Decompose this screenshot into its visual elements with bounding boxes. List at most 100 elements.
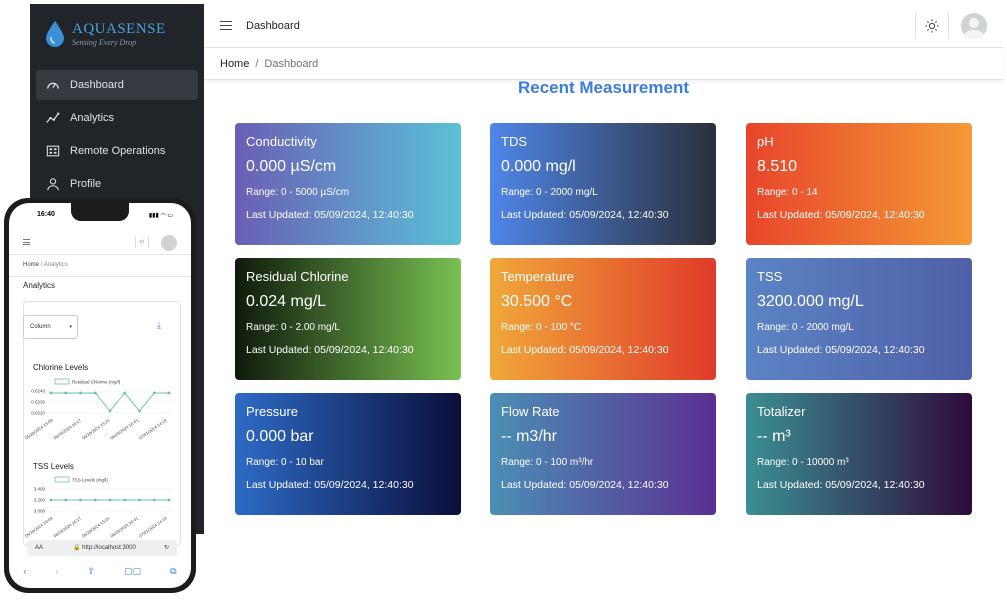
card-title: TDS: [501, 134, 527, 149]
card-title: Flow Rate: [501, 404, 560, 419]
x-tick-label: 06/28/2024 15:24: [81, 417, 111, 440]
brand-logo[interactable]: AQUASENSE Sensing Every Drop: [30, 4, 204, 64]
data-point: [93, 391, 97, 395]
chlorine-chart: Residual Chlorine (mg/l) 0.0240 0.0230 0.02…: [24, 378, 173, 441]
sidebar-item-analytics[interactable]: Analytics: [36, 103, 198, 133]
page-title: Dashboard: [246, 19, 300, 32]
card-range: Range: 0 - 5000 µS/cm: [246, 187, 350, 198]
hamburger-menu-icon[interactable]: [220, 20, 232, 32]
card-range: Range: 0 - 2000 mg/L: [757, 322, 854, 333]
sidebar-item-dashboard[interactable]: Dashboard: [36, 70, 198, 100]
forward-icon[interactable]: ›: [56, 566, 59, 576]
data-point: [49, 498, 53, 502]
y-tick-label: 0.0220: [31, 411, 45, 416]
text-size-button[interactable]: AA: [35, 540, 43, 556]
measurement-card-ph[interactable]: pH 8.510 Range: 0 - 14 Last Updated: 05/…: [746, 123, 972, 245]
measurement-card-flow-rate[interactable]: Flow Rate -- m3/hr Range: 0 - 100 m³/hr …: [490, 393, 716, 515]
x-tick-label: 08/28/2024 16:41: [109, 417, 139, 440]
data-point: [123, 391, 127, 395]
sun-icon[interactable]: ☼: [135, 236, 149, 248]
chart-title: TSS Levels: [33, 462, 74, 471]
browser-url-bar[interactable]: AA 🔒 http://localhost:3000 ↻: [27, 540, 177, 556]
legend-label: TSS Levels (mg/l): [72, 478, 108, 483]
card-range: Range: 0 - 10 bar: [246, 457, 324, 468]
sidebar-item-label: Profile: [70, 178, 102, 190]
phone-mockup: 16:40 ▮▮▮ ◠ ▭ ☼ Home / Analytics Analyti…: [4, 198, 196, 593]
x-tick-label: 05/28/2024 15:09: [24, 417, 54, 440]
sidebar-item-remote-operations[interactable]: Remote Operations: [36, 136, 198, 166]
card-value: -- m3/hr: [501, 428, 557, 445]
card-value: 0.000 µS/cm: [246, 158, 337, 175]
x-tick-label: 06/28/2024 15:24: [81, 515, 111, 538]
card-value: 30.500 °C: [501, 293, 573, 310]
card-range: Range: 0 - 2000 mg/L: [501, 187, 598, 198]
card-value: 0.024 mg/L: [246, 293, 327, 310]
browser-toolbar: ‹ › ⇧ ▢▢ ⧉: [9, 560, 191, 582]
data-point: [108, 498, 112, 502]
measurement-card-temperature[interactable]: Temperature 30.500 °C Range: 0 - 100 °C …: [490, 258, 716, 380]
mobile-top-navbar: ☼: [9, 229, 191, 255]
download-icon[interactable]: ⤓: [157, 320, 161, 331]
chart-type-value: Column: [30, 324, 51, 330]
speedometer-icon: [47, 82, 59, 89]
card-value: 0.000 bar: [246, 428, 314, 445]
measurement-card-tds[interactable]: TDS 0.000 mg/l Range: 0 - 2000 mg/L Last…: [490, 123, 716, 245]
card-last-updated: Last Updated: 05/09/2024, 12:40:30: [501, 344, 669, 356]
x-tick-label: 07/01/2024 14:19: [138, 417, 168, 440]
user-avatar-icon[interactable]: [961, 12, 987, 39]
measurement-card-residual-chlorine[interactable]: Residual Chlorine 0.024 mg/L Range: 0 - …: [235, 258, 461, 380]
reload-icon[interactable]: ↻: [164, 540, 169, 556]
y-tick-label: 3.200: [34, 498, 46, 503]
y-tick-label: 0.0230: [31, 400, 45, 405]
data-point: [123, 498, 127, 502]
theme-toggle-button[interactable]: [915, 12, 949, 39]
x-tick-label: 05/28/2024 15:09: [24, 515, 54, 538]
share-icon[interactable]: ⇧: [88, 566, 96, 577]
sidebar-item-profile[interactable]: Profile: [36, 169, 198, 199]
graph-icon: [46, 112, 60, 123]
status-icons: ▮▮▮ ◠ ▭: [148, 213, 173, 219]
breadcrumb-home-link[interactable]: Home: [220, 58, 249, 70]
hamburger-menu-icon[interactable]: [23, 239, 30, 245]
mobile-page-title: Analytics: [23, 281, 56, 290]
breadcrumb-current: Dashboard: [264, 57, 319, 70]
grid-icon: [46, 145, 60, 157]
mobile-breadcrumb: Home / Analytics: [23, 262, 68, 268]
breadcrumb-current: Analytics: [43, 262, 68, 268]
data-point: [93, 498, 97, 502]
measurement-card-tss[interactable]: TSS 3200.000 mg/L Range: 0 - 2000 mg/L L…: [746, 258, 972, 380]
card-title: TSS: [757, 269, 783, 284]
water-drop-icon: [46, 21, 64, 47]
card-last-updated: Last Updated: 05/09/2024, 12:40:30: [246, 479, 414, 491]
breadcrumb-home-link[interactable]: Home: [23, 262, 39, 268]
chart-type-select[interactable]: Column ▾: [23, 315, 78, 339]
data-point: [152, 391, 156, 395]
back-icon[interactable]: ‹: [24, 566, 27, 576]
card-last-updated: Last Updated: 05/09/2024, 12:40:30: [757, 479, 925, 491]
y-tick-label: 3.400: [34, 487, 46, 492]
measurement-card-conductivity[interactable]: Conductivity 0.000 µS/cm Range: 0 - 5000…: [235, 123, 461, 245]
data-point: [167, 391, 171, 395]
user-avatar-icon[interactable]: [161, 235, 177, 251]
data-point: [167, 498, 171, 502]
legend-swatch: [54, 378, 70, 385]
breadcrumb: Home / Dashboard: [204, 48, 1003, 80]
sun-icon: [925, 18, 939, 33]
top-navbar: Dashboard: [204, 4, 1003, 48]
url-text: 🔒 http://localhost:3000: [73, 540, 136, 556]
card-last-updated: Last Updated: 05/09/2024, 12:40:30: [246, 209, 414, 221]
brand-tagline: Sensing Every Drop: [72, 38, 137, 47]
data-point: [64, 391, 68, 395]
card-title: Totalizer: [757, 404, 806, 419]
chart-title: Chlorine Levels: [33, 363, 89, 372]
data-point: [108, 409, 112, 413]
card-last-updated: Last Updated: 05/09/2024, 12:40:30: [757, 344, 925, 356]
card-range: Range: 0 - 10000 m³: [757, 457, 849, 468]
card-last-updated: Last Updated: 05/09/2024, 12:40:30: [246, 344, 414, 356]
bookmarks-icon[interactable]: ▢▢: [124, 566, 141, 577]
measurement-card-totalizer[interactable]: Totalizer -- m³ Range: 0 - 10000 m³ Last…: [746, 393, 972, 515]
measurement-card-pressure[interactable]: Pressure 0.000 bar Range: 0 - 10 bar Las…: [235, 393, 461, 515]
tabs-icon[interactable]: ⧉: [170, 566, 176, 577]
url-value: http://localhost:3000: [82, 545, 136, 551]
card-title: Temperature: [501, 269, 574, 284]
